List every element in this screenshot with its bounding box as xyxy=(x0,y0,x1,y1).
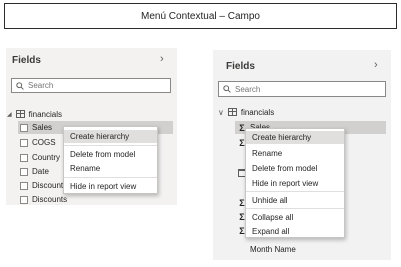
context-menu: Create hierarchy Rename Delete from mode… xyxy=(245,128,345,238)
field-item-cogs[interactable]: COGS xyxy=(20,136,56,149)
chevron-right-icon[interactable]: › xyxy=(374,59,378,71)
fields-pane-right: Fields › Search ∨ financials Σ Sales Σ Σ… xyxy=(213,50,391,260)
search-icon xyxy=(16,81,24,90)
field-item-discounts[interactable]: Discounts xyxy=(20,193,67,206)
table-label: financials xyxy=(240,107,275,117)
field-icon xyxy=(20,181,28,190)
field-label: Discounts xyxy=(32,195,68,204)
table-icon xyxy=(227,108,237,116)
menu-item-delete-from-model[interactable]: Delete from model xyxy=(246,161,344,175)
field-icon xyxy=(20,123,28,132)
chevron-right-icon[interactable]: › xyxy=(160,53,164,65)
field-icon xyxy=(20,195,28,204)
menu-item-hide-in-report-view[interactable]: Hide in report view xyxy=(64,180,157,193)
field-label: COGS xyxy=(32,138,56,147)
field-icon xyxy=(20,153,28,162)
table-financials[interactable]: ∨ financials xyxy=(218,106,274,118)
menu-item-unhide-all[interactable]: Unhide all xyxy=(246,193,344,207)
pane-header: Fields xyxy=(226,61,255,72)
field-item-country[interactable]: Country xyxy=(20,151,60,164)
context-menu: Create hierarchy Delete from model Renam… xyxy=(63,126,158,194)
field-item-date[interactable]: Date xyxy=(20,165,49,178)
search-input[interactable]: Search xyxy=(11,78,171,93)
menu-item-collapse-all[interactable]: Collapse all xyxy=(246,210,344,224)
table-icon xyxy=(15,110,25,118)
search-icon xyxy=(223,85,231,93)
field-icon xyxy=(20,167,28,176)
caption-title: Menú Contextual – Campo xyxy=(141,10,260,22)
menu-separator xyxy=(64,177,157,178)
menu-item-rename[interactable]: Rename xyxy=(246,146,344,160)
caption-box: Menú Contextual – Campo xyxy=(4,3,397,29)
table-label: financials xyxy=(28,109,62,119)
menu-item-create-hierarchy[interactable]: Create hierarchy xyxy=(64,130,157,143)
field-label: Country xyxy=(32,153,61,162)
search-placeholder: Search xyxy=(28,81,54,90)
search-placeholder: Search xyxy=(235,84,261,94)
expand-arrow-icon: ◢ xyxy=(7,111,12,118)
field-label: Month Name xyxy=(250,244,296,254)
search-input[interactable]: Search xyxy=(218,81,386,97)
fields-pane-left: Fields › Search ◢ financials Sales COGS … xyxy=(6,48,177,205)
field-icon xyxy=(20,138,28,147)
pane-header: Fields xyxy=(12,55,41,66)
menu-item-expand-all[interactable]: Expand all xyxy=(246,224,344,238)
menu-item-rename[interactable]: Rename xyxy=(64,162,157,175)
table-financials[interactable]: ◢ financials xyxy=(7,108,62,120)
menu-separator xyxy=(64,145,157,146)
menu-separator xyxy=(246,191,344,192)
menu-item-delete-from-model[interactable]: Delete from model xyxy=(64,148,157,161)
menu-separator xyxy=(246,208,344,209)
field-item-month-name[interactable]: Month Name xyxy=(250,243,296,255)
menu-item-create-hierarchy[interactable]: Create hierarchy xyxy=(246,131,344,144)
menu-item-hide-in-report-view[interactable]: Hide in report view xyxy=(246,176,344,190)
field-label: Sales xyxy=(32,123,53,132)
field-label: Date xyxy=(32,167,49,176)
chevron-down-icon: ∨ xyxy=(218,107,224,117)
